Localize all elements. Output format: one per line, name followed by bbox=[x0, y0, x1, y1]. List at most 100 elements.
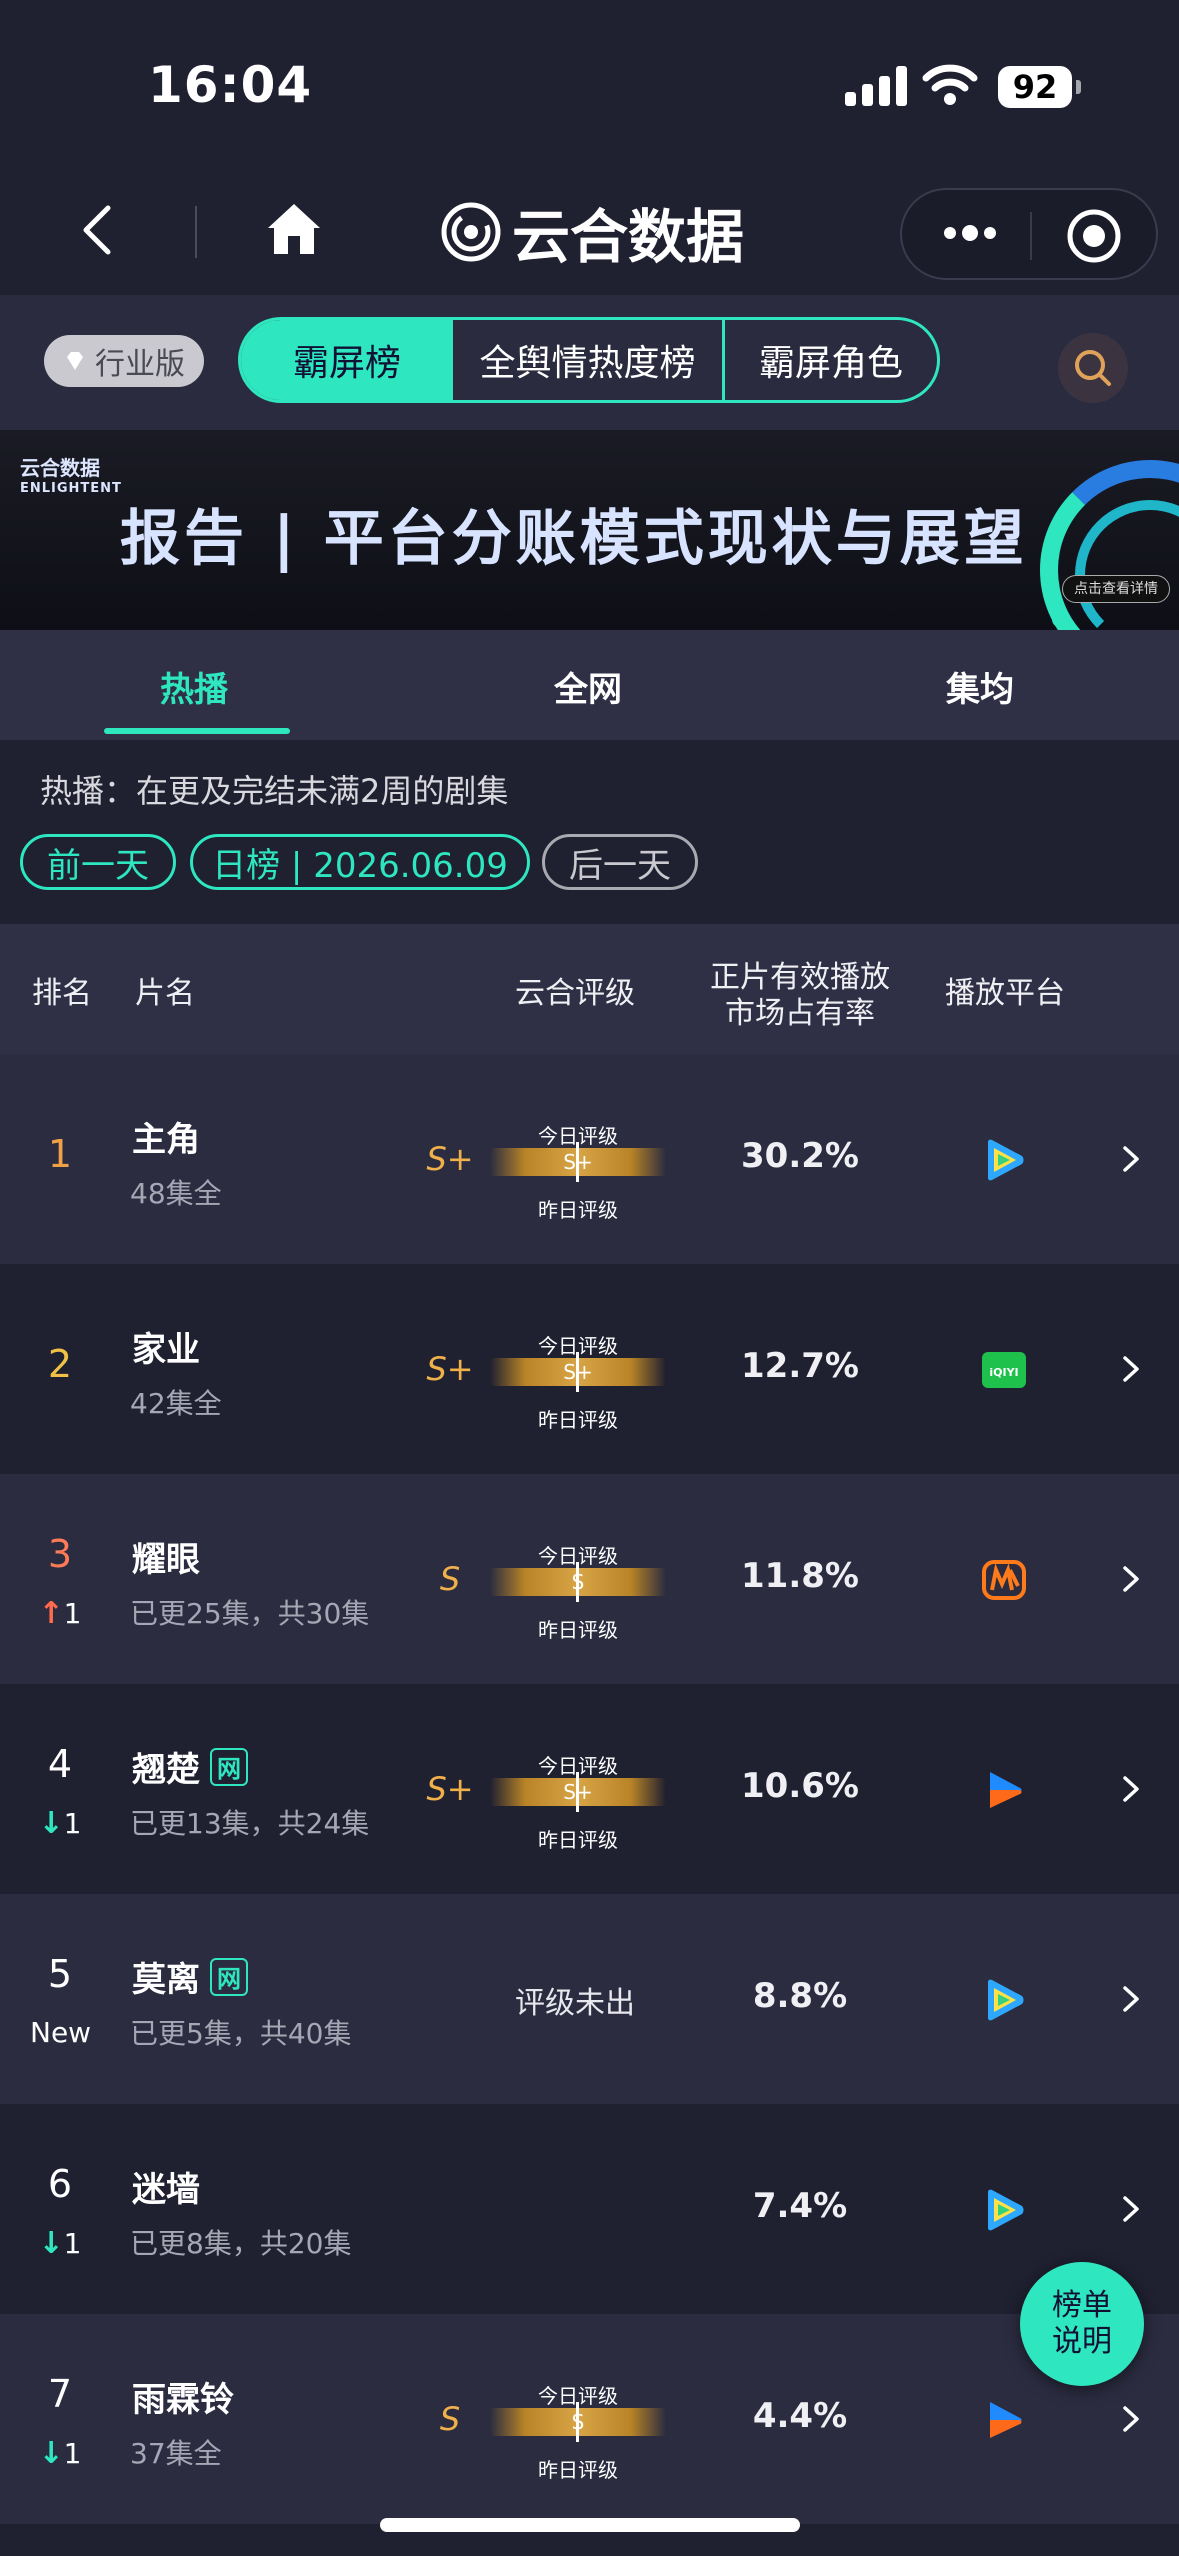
youku-icon bbox=[980, 2396, 1028, 2444]
battery-tip bbox=[1076, 80, 1081, 94]
drama-title: 迷墙 bbox=[132, 2162, 200, 2211]
rank-change: New bbox=[30, 2016, 92, 2049]
drama-title: 雨霖铃 bbox=[132, 2372, 234, 2421]
table-row[interactable]: 6 ↓1 迷墙 已更8集，共20集 7.4% bbox=[0, 2104, 1179, 2314]
rank-change: ↓1 bbox=[30, 2226, 90, 2261]
yesterday-grade-label: 昨日评级 bbox=[538, 1198, 618, 1222]
chevron-right-icon[interactable] bbox=[1120, 1984, 1142, 2014]
table-row[interactable]: 7 ↓1 雨霖铃 37集全 S 今日评级 S 昨日评级 4.4% bbox=[0, 2314, 1179, 2524]
search-icon bbox=[1075, 350, 1111, 386]
table-row[interactable]: 4 ↓1 翘楚网已更13集，共24集 S+ 今日评级 S+ 昨日评级 10.6% bbox=[0, 1684, 1179, 1894]
tab-all-network[interactable]: 全网 bbox=[554, 662, 622, 711]
grade-bar: S bbox=[490, 1558, 666, 1602]
mini-program-capsule bbox=[900, 188, 1158, 280]
grade-letter: S bbox=[439, 2400, 461, 2438]
drama-title: 翘楚网 bbox=[132, 1742, 248, 1791]
grade-bar-value: S bbox=[571, 1570, 585, 1594]
table-row[interactable]: 1 主角 48集全 S+ 今日评级 S+ 昨日评级 30.2% bbox=[0, 1054, 1179, 1264]
chevron-right-icon[interactable] bbox=[1120, 1354, 1142, 1384]
table-row[interactable]: 5 New 莫离网已更5集，共40集 评级未出 8.8% bbox=[0, 1894, 1179, 2104]
mini-program-navbar: 云合数据 bbox=[0, 170, 1179, 295]
chevron-right-icon[interactable] bbox=[1120, 1144, 1142, 1174]
ranking-segmented-control: 霸屏榜 全舆情热度榜 霸屏角色 bbox=[238, 317, 940, 403]
drama-title-text: 主角 bbox=[132, 1120, 200, 1160]
table-row[interactable]: 3 ↑1 耀眼 已更25集，共30集 S 今日评级 S 昨日评级 11.8% bbox=[0, 1474, 1179, 1684]
tencent-video-icon bbox=[980, 1976, 1028, 2024]
episode-status: 已更13集，共24集 bbox=[130, 1807, 370, 1840]
home-icon[interactable] bbox=[262, 196, 326, 260]
arrow-down-icon: ↓ bbox=[38, 1806, 64, 1841]
banner-detail-button[interactable]: 点击查看详情 bbox=[1062, 575, 1170, 603]
segment-dominating-roles[interactable]: 霸屏角色 bbox=[725, 320, 937, 400]
market-share: 7.4% bbox=[752, 2186, 848, 2226]
drama-title-text: 家业 bbox=[132, 1330, 200, 1370]
episode-status: 已更5集，共40集 bbox=[130, 2017, 352, 2050]
chevron-right-icon[interactable] bbox=[1120, 1564, 1142, 1594]
rank-change: ↑1 bbox=[30, 1596, 90, 1631]
mango-tv-icon bbox=[980, 1556, 1028, 1604]
category-tabs: 热播 全网 集均 bbox=[0, 630, 1179, 740]
header-platform: 播放平台 bbox=[945, 976, 1065, 1011]
close-mini-program-icon[interactable] bbox=[1066, 208, 1122, 264]
market-share: 10.6% bbox=[741, 1766, 859, 1806]
battery-indicator: 92 bbox=[998, 66, 1072, 108]
next-day-button[interactable]: 后一天 bbox=[542, 834, 698, 890]
yesterday-grade-label: 昨日评级 bbox=[538, 2458, 618, 2482]
grade-bar-value: S+ bbox=[563, 1360, 593, 1384]
back-arrow-icon[interactable] bbox=[70, 200, 130, 260]
rank-number: 2 bbox=[47, 1342, 73, 1386]
rank-change-value: New bbox=[30, 2016, 92, 2049]
date-selector[interactable]: 日榜 | 2026.06.09 bbox=[190, 834, 530, 890]
drama-title-text: 耀眼 bbox=[132, 1540, 200, 1580]
episode-status: 已更8集，共20集 bbox=[130, 2227, 352, 2260]
tab-hot-airing[interactable]: 热播 bbox=[160, 662, 228, 711]
report-banner[interactable]: 云合数据 ENLIGHTENT 报告 | 平台分账模式现状与展望 点击查看详情 bbox=[0, 430, 1179, 630]
segment-public-opinion-heat[interactable]: 全舆情热度榜 bbox=[453, 320, 725, 400]
active-tab-underline bbox=[104, 728, 290, 734]
ranking-type-bar: 行业版 霸屏榜 全舆情热度榜 霸屏角色 bbox=[0, 295, 1179, 430]
table-header: 排名 片名 云合评级 正片有效播放 市场占有率 播放平台 bbox=[0, 924, 1179, 1054]
industry-edition-button[interactable]: 行业版 bbox=[44, 335, 204, 387]
more-icon[interactable] bbox=[940, 218, 1000, 248]
industry-edition-label: 行业版 bbox=[95, 347, 185, 382]
grade-bar: S+ bbox=[490, 1138, 666, 1182]
market-share: 4.4% bbox=[752, 2396, 848, 2436]
grade-bar: S bbox=[490, 2398, 666, 2442]
market-share: 11.8% bbox=[741, 1556, 859, 1596]
tab-per-episode[interactable]: 集均 bbox=[946, 662, 1014, 711]
episode-status: 42集全 bbox=[130, 1387, 222, 1420]
status-time: 16:04 bbox=[148, 56, 313, 114]
ranking-explanation-button[interactable]: 榜单 说明 bbox=[1020, 2262, 1144, 2386]
tencent-video-icon bbox=[980, 2186, 1028, 2234]
drama-title-text: 迷墙 bbox=[132, 2170, 200, 2210]
rank-number: 4 bbox=[47, 1742, 73, 1786]
grade-letter: S+ bbox=[426, 1770, 474, 1808]
chevron-right-icon[interactable] bbox=[1120, 2194, 1142, 2224]
drama-title-text: 翘楚 bbox=[132, 1750, 200, 1790]
drama-title: 耀眼 bbox=[132, 1532, 200, 1581]
banner-brand-en: ENLIGHTENT bbox=[20, 481, 122, 496]
chevron-right-icon[interactable] bbox=[1120, 1774, 1142, 1804]
home-indicator bbox=[380, 2518, 800, 2532]
ranking-info: 热播：在更及完结未满2周的剧集 前一天 日榜 | 2026.06.09 后一天 bbox=[0, 740, 1179, 924]
rank-change-value: 1 bbox=[63, 1597, 82, 1630]
drama-title: 莫离网 bbox=[132, 1952, 248, 2001]
banner-brand-name: 云合数据 bbox=[20, 456, 100, 480]
yesterday-grade-label: 昨日评级 bbox=[538, 1408, 618, 1432]
rank-change: ↓1 bbox=[30, 1806, 90, 1841]
segment-screen-domination[interactable]: 霸屏榜 bbox=[241, 320, 453, 400]
arrow-down-icon: ↓ bbox=[38, 2436, 64, 2471]
chevron-right-icon[interactable] bbox=[1120, 2404, 1142, 2434]
ranking-description: 热播：在更及完结未满2周的剧集 bbox=[40, 772, 509, 810]
grade-bar-value: S bbox=[571, 2410, 585, 2434]
iqiyi-icon: iQIYI bbox=[980, 1346, 1028, 1394]
header-rank: 排名 bbox=[32, 976, 92, 1011]
episode-status: 已更25集，共30集 bbox=[130, 1597, 370, 1630]
youku-icon bbox=[980, 1766, 1028, 1814]
cellular-signal-icon bbox=[845, 66, 907, 106]
search-button[interactable] bbox=[1058, 333, 1128, 403]
table-row[interactable]: 2 家业 42集全 S+ 今日评级 S+ 昨日评级 12.7% iQIYI bbox=[0, 1264, 1179, 1474]
rank-number: 7 bbox=[47, 2372, 73, 2416]
banner-dot bbox=[1052, 610, 1070, 628]
prev-day-button[interactable]: 前一天 bbox=[20, 834, 176, 890]
